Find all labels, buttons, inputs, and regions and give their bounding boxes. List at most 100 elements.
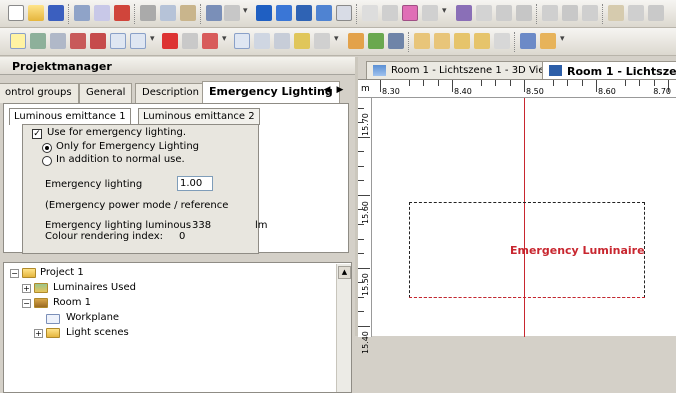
tab-emergency-lighting[interactable]: Emergency Lighting — [202, 81, 340, 104]
expand-icon[interactable]: + — [22, 284, 31, 293]
view-toolbar: ▾ ▾ ▾ ▾ — [0, 28, 676, 56]
ruler-label: 15.40 — [361, 331, 370, 354]
dropdown-arrow-icon[interactable]: ▾ — [560, 34, 565, 44]
save-icon[interactable] — [48, 5, 64, 21]
new-document-icon[interactable] — [8, 5, 24, 21]
print-icon[interactable] — [74, 5, 90, 21]
hand-icon[interactable] — [294, 33, 310, 49]
collapse-icon[interactable]: − — [10, 269, 19, 278]
tab-3d-view[interactable]: Room 1 - Lichtszene 1 - 3D View — [366, 61, 558, 79]
lamp-icon[interactable] — [402, 5, 418, 21]
paste-icon[interactable] — [180, 5, 196, 21]
tool-icon[interactable] — [456, 5, 472, 21]
print-preview-icon[interactable] — [94, 5, 110, 21]
luminaires-icon — [34, 283, 48, 293]
tool-icon[interactable] — [348, 33, 364, 49]
tool-icon[interactable] — [202, 33, 218, 49]
tree-scrollbar[interactable]: ▲ — [336, 264, 351, 392]
tool-icon[interactable] — [520, 33, 536, 49]
tree-item-workplane[interactable]: Workplane — [66, 312, 119, 324]
tab-scroll-left-icon[interactable]: ◀ — [321, 85, 333, 99]
scroll-up-icon[interactable]: ▲ — [338, 266, 351, 279]
tool-icon[interactable] — [422, 5, 438, 21]
tool-icon[interactable] — [70, 33, 86, 49]
tool-icon[interactable] — [582, 5, 598, 21]
horizontal-ruler: m 8.30 8.40 8.50 8.60 8.70 — [358, 80, 676, 98]
ruler-tick — [639, 80, 640, 86]
plan-canvas[interactable]: m 8.30 8.40 8.50 8.60 8.70 15.70 15.60 1… — [358, 79, 676, 354]
tab-luminous-emittance-1[interactable]: Luminous emittance 1 — [9, 108, 131, 125]
dropdown-arrow-icon[interactable]: ▾ — [334, 34, 339, 44]
expand-icon[interactable]: + — [34, 329, 43, 338]
tool-icon[interactable] — [30, 33, 46, 49]
ruler-label: 8.70 — [653, 87, 671, 96]
only-emergency-radio[interactable] — [42, 143, 52, 153]
tool-icon[interactable] — [494, 33, 510, 49]
dropdown-arrow-icon[interactable]: ▾ — [442, 6, 447, 16]
undo-icon[interactable] — [206, 5, 222, 21]
tab-luminous-emittance-2[interactable]: Luminous emittance 2 — [138, 108, 260, 125]
tool-icon[interactable] — [274, 33, 290, 49]
dropdown-arrow-icon[interactable]: ▾ — [243, 6, 248, 16]
select-icon[interactable] — [10, 33, 26, 49]
ruler-tick — [358, 224, 364, 225]
pointer-icon[interactable] — [234, 33, 250, 49]
tool-icon[interactable] — [388, 33, 404, 49]
tree-item-light-scenes[interactable]: Light scenes — [66, 327, 129, 339]
tab-plan-view[interactable]: Room 1 - Lichtszen — [542, 61, 676, 79]
zoom-in-icon[interactable] — [130, 33, 146, 49]
zoom-icon[interactable] — [336, 5, 352, 21]
tab-scroll-right-icon[interactable]: ▶ — [334, 85, 346, 99]
tree-item-room[interactable]: Room 1 — [53, 297, 91, 309]
tool-icon[interactable] — [476, 5, 492, 21]
zoom-window-icon[interactable] — [110, 33, 126, 49]
redo-icon[interactable] — [224, 5, 240, 21]
tool-icon[interactable] — [562, 5, 578, 21]
emergency-lighting-input[interactable]: 1.00 — [177, 176, 213, 191]
room-icon[interactable] — [256, 5, 272, 21]
tool-icon[interactable] — [382, 5, 398, 21]
tree-item-project[interactable]: Project 1 — [40, 267, 84, 279]
magnifier-icon[interactable] — [254, 33, 270, 49]
open-folder-icon[interactable] — [28, 5, 44, 21]
wall-icon[interactable] — [276, 5, 292, 21]
copy-icon[interactable] — [160, 5, 176, 21]
tool-icon[interactable] — [182, 33, 198, 49]
tool-icon[interactable] — [368, 33, 384, 49]
tab-description[interactable]: Description — [135, 83, 206, 103]
tool-icon[interactable] — [454, 33, 470, 49]
tool-icon[interactable] — [314, 33, 330, 49]
tree-item-luminaires-used[interactable]: Luminaires Used — [53, 282, 136, 294]
tab-plan-view-label: Room 1 - Lichtszen — [567, 65, 676, 78]
tool-icon[interactable] — [362, 5, 378, 21]
tool-icon[interactable] — [50, 33, 66, 49]
ruler-tick — [510, 80, 511, 86]
in-addition-radio[interactable] — [42, 156, 52, 166]
tool-icon[interactable] — [434, 33, 450, 49]
cut-icon[interactable] — [140, 5, 156, 21]
pdf-icon[interactable] — [114, 5, 130, 21]
tool-icon[interactable] — [496, 5, 512, 21]
ceiling-icon[interactable] — [316, 5, 332, 21]
tool-icon[interactable] — [648, 5, 664, 21]
tool-icon[interactable] — [90, 33, 106, 49]
tool-icon[interactable] — [542, 5, 558, 21]
tool-icon[interactable] — [540, 33, 556, 49]
tool-icon[interactable] — [608, 5, 624, 21]
use-emergency-checkbox[interactable]: ✓ — [32, 129, 42, 139]
tool-icon[interactable] — [628, 5, 644, 21]
tab-control-groups[interactable]: ontrol groups — [0, 83, 79, 103]
collapse-icon[interactable]: − — [22, 299, 31, 308]
magnet-icon[interactable] — [162, 33, 178, 49]
tool-icon[interactable] — [414, 33, 430, 49]
tab-general[interactable]: General — [79, 83, 133, 103]
power-mode-note: (Emergency power mode / reference — [45, 200, 229, 211]
ruler-tick — [567, 80, 568, 86]
ruler-tick — [553, 80, 554, 86]
dropdown-arrow-icon[interactable]: ▾ — [222, 34, 227, 44]
dropdown-arrow-icon[interactable]: ▾ — [150, 34, 155, 44]
toolbar-separator — [68, 4, 70, 24]
floor-icon[interactable] — [296, 5, 312, 21]
tool-icon[interactable] — [516, 5, 532, 21]
tool-icon[interactable] — [474, 33, 490, 49]
